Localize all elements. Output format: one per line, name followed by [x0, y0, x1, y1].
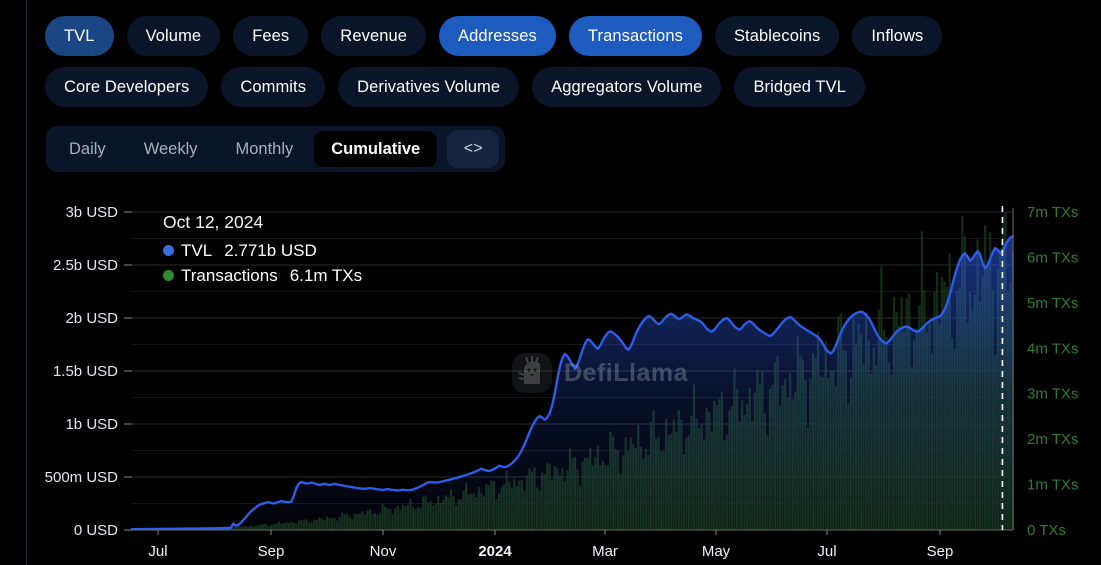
tab-derivatives-volume[interactable]: Derivatives Volume: [338, 67, 520, 107]
tab-core-developers[interactable]: Core Developers: [45, 67, 209, 107]
tab-inflows[interactable]: Inflows: [852, 16, 943, 56]
metric-tab-list: TVL Volume Fees Revenue Addresses Transaction…: [45, 16, 1085, 107]
y-axis-tick-label: 500m USD: [45, 469, 119, 486]
x-axis-tick-label: Sep: [258, 543, 285, 560]
y2-axis-tick-label: 3m TXs: [1027, 386, 1078, 403]
x-axis-tick-label: Sep: [927, 543, 954, 560]
interval-options: Daily Weekly Monthly Cumulative: [52, 131, 438, 167]
y2-axis-tick-label: 6m TXs: [1027, 249, 1078, 266]
tab-stablecoins[interactable]: Stablecoins: [714, 16, 840, 56]
y2-axis-tick-label: 1m TXs: [1027, 477, 1078, 494]
tab-aggregators-volume[interactable]: Aggregators Volume: [532, 67, 722, 107]
x-axis-tick-label: Nov: [370, 543, 397, 560]
interval-daily[interactable]: Daily: [52, 131, 123, 167]
tab-tvl[interactable]: TVL: [45, 16, 114, 56]
tab-revenue[interactable]: Revenue: [321, 16, 427, 56]
x-axis-tick-label: May: [702, 543, 731, 560]
tab-commits[interactable]: Commits: [221, 67, 326, 107]
interval-weekly[interactable]: Weekly: [127, 131, 215, 167]
x-axis-tick-label: Mar: [592, 543, 618, 560]
y2-axis-tick-label: 0 TXs: [1027, 522, 1066, 539]
y-axis-tick-label: 2b USD: [65, 310, 118, 327]
tab-volume[interactable]: Volume: [126, 16, 221, 56]
tab-transactions[interactable]: Transactions: [568, 16, 702, 56]
y-axis-tick-label: 3b USD: [65, 204, 118, 221]
y-axis-tick-label: 0 USD: [74, 522, 118, 539]
y2-axis-tick-label: 5m TXs: [1027, 295, 1078, 312]
defillama-chart-page: TVL Volume Fees Revenue Addresses Transaction…: [0, 0, 1101, 565]
code-brackets-icon[interactable]: <>: [447, 130, 500, 168]
x-axis-tick-label: Jul: [148, 543, 167, 560]
interval-switcher: Daily Weekly Monthly Cumulative <>: [46, 126, 506, 172]
interval-cumulative[interactable]: Cumulative: [314, 131, 438, 167]
y-axis-tick-label: 1.5b USD: [53, 363, 118, 380]
y-axis-tick-label: 1b USD: [65, 416, 118, 433]
y2-axis-tick-label: 2m TXs: [1027, 431, 1078, 448]
tab-addresses[interactable]: Addresses: [439, 16, 556, 56]
y2-axis-tick-label: 4m TXs: [1027, 340, 1078, 357]
tvl-transactions-chart[interactable]: 0 USD 500m USD 1b USD 1.5b USD 2b USD 2.5b US…: [0, 190, 1101, 565]
x-axis-tick-label: 2024: [478, 543, 512, 560]
interval-monthly[interactable]: Monthly: [218, 131, 310, 167]
chart-area[interactable]: 0 USD 500m USD 1b USD 1.5b USD 2b USD 2.5b US…: [0, 190, 1101, 565]
y-axis-tick-label: 2.5b USD: [53, 257, 118, 274]
y2-axis-tick-label: 7m TXs: [1027, 204, 1078, 221]
tab-fees[interactable]: Fees: [233, 16, 309, 56]
tab-bridged-tvl[interactable]: Bridged TVL: [734, 67, 865, 107]
x-axis-tick-label: Jul: [817, 543, 836, 560]
